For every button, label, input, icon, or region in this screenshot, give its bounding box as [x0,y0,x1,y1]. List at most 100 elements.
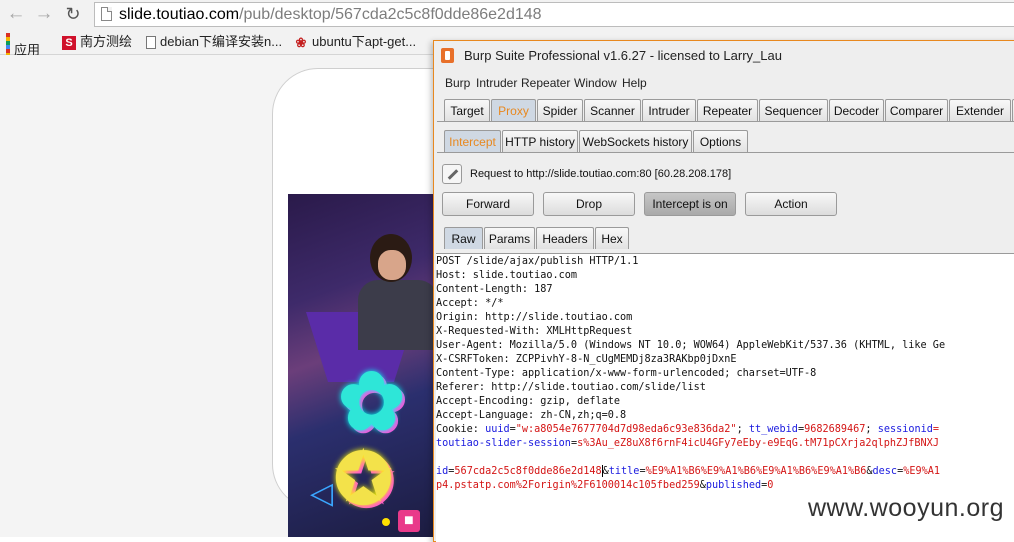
url-text: slide.toutiao.com/pub/desktop/567cda2c5c… [119,5,542,25]
bookmark-nanfang[interactable]: S 南方测绘 [62,33,132,51]
tab-headers[interactable]: Headers [536,227,594,249]
address-bar[interactable]: slide.toutiao.com/pub/desktop/567cda2c5c… [94,2,1014,27]
param-name: sessionid [877,424,933,435]
header-line: Accept-Encoding: gzip, deflate [436,396,621,407]
tab-spider[interactable]: Spider [537,99,583,121]
proxy-tab-bar: Intercept HTTP history WebSockets histor… [434,127,1014,155]
param-value: %E9%A1%B6%E9%A1%B6%E9%A1%B6%E9%A1%B6 [645,466,867,477]
back-arrow-icon[interactable]: ← [6,3,26,25]
cookie-line: Cookie: uuid = "w:a8054e7677704d7d98eda6c9… [436,424,940,435]
param-value: %E9%A1 [903,466,941,477]
header-line: Accept-Language: zh-CN,zh;q=0.8 [436,410,627,421]
header-line: X-Requested-With: XMLHttpRequest [436,326,633,337]
main-tab-bar: Target Proxy Spider Scanner Intruder Rep… [434,96,1014,124]
message-view-tab-bar: Raw Params Headers Hex [434,224,1014,252]
menu-intruder[interactable]: Intruder [476,76,517,90]
tab-raw[interactable]: Raw [444,227,483,249]
poster-dot [382,518,390,526]
tab-proxy[interactable]: Proxy [491,99,536,121]
forward-button[interactable]: Forward [442,192,534,216]
bookmark-label: ubuntu下apt-get... [312,34,417,49]
action-button[interactable]: Action [745,192,837,216]
tab-comparer[interactable]: Comparer [885,99,948,121]
tab-intruder[interactable]: Intruder [642,99,696,121]
header-line: Referer: http://slide.toutiao.com/slide/… [436,382,706,393]
burp-title-bar: Burp Suite Professional v1.6.27 - licens… [434,41,1014,71]
header-line: Accept: */* [436,298,504,309]
tab-websockets-history[interactable]: WebSockets history [579,130,692,152]
burp-title: Burp Suite Professional v1.6.27 - licens… [464,48,782,63]
tab-options[interactable]: Options [693,130,748,152]
drop-button[interactable]: Drop [543,192,635,216]
tab-target[interactable]: Target [444,99,490,121]
poster-person-face [378,250,406,280]
edit-pencil-icon[interactable] [442,164,462,184]
param-value: 9682689467 [804,424,866,435]
header-line: Content-Length: 187 [436,284,553,295]
tab-hex[interactable]: Hex [595,227,629,249]
param-name: uuid [485,424,510,435]
param-name: id [436,466,449,477]
cookie-label: Cookie: [436,424,486,435]
request-line: POST /slide/ajax/publish HTTP/1.1 [436,256,639,267]
reload-icon[interactable]: ↻ [63,3,83,25]
bookmark-ubuntu[interactable]: ❀ ubuntu下apt-get... [294,33,417,51]
url-host: slide.toutiao.com [119,6,240,23]
param-value: s%3Au_eZ8uX8f6rnF4icU4GFy7eEby-e9EqG.tM7… [577,438,939,449]
param-value: 0 [767,480,774,491]
tab-sequencer[interactable]: Sequencer [759,99,828,121]
tab-baseline [437,121,1014,122]
page-document-icon [101,7,112,21]
tab-http-history[interactable]: HTTP history [502,130,578,152]
menu-burp[interactable]: Burp [445,76,470,90]
burp-window: Burp Suite Professional v1.6.27 - licens… [433,40,1014,542]
url-path: /pub/desktop/567cda2c5c8f0dde86e2d148 [239,6,542,23]
browser-toolbar: ← → ↻ slide.toutiao.com/pub/desktop/567c… [0,0,1014,30]
body-line-continued: p4.pstatp.com%2Forigin%2F6100014c105fbed… [436,480,774,491]
poster-neon-glyph: ✿ [338,357,406,446]
header-line: X-CSRFToken: ZCPPivhY-8-N_cUgMEMDj8za3RA… [436,354,737,365]
param-name: toutiao-slider-session [436,438,571,449]
burp-logo-icon [441,48,454,63]
tab-scanner[interactable]: Scanner [584,99,641,121]
body-line: id=567cda2c5c8f0dde86e2d148&title=%E9%A1… [436,465,941,477]
tab-baseline [437,152,1014,153]
tab-params[interactable]: Params [484,227,535,249]
bookmark-apps[interactable]: 应用 [6,33,40,69]
watermark: www.wooyun.org [808,494,1004,522]
tab-extender[interactable]: Extender [949,99,1011,121]
request-info: Request to http://slide.toutiao.com:80 [… [470,168,732,180]
param-name: desc [872,466,898,477]
param-value: = [932,424,940,435]
tab-intercept[interactable]: Intercept [444,130,501,152]
cookie-line-continued: toutiao-slider-session=s%3Au_eZ8uX8f6rnF… [436,438,939,449]
header-line: Host: slide.toutiao.com [436,270,578,281]
tab-repeater[interactable]: Repeater [697,99,758,121]
param-value: "w:a8054e7677704d7d98eda6c93e836da2" [515,424,737,435]
menu-window[interactable]: Window [574,76,617,90]
menu-repeater[interactable]: Repeater [521,76,570,90]
intercept-toggle-button[interactable]: Intercept is on [644,192,736,216]
poster-neon-glyph: ✪ [334,440,393,518]
text-caret [601,465,603,477]
menu-help[interactable]: Help [622,76,647,90]
bookmark-label: 南方测绘 [80,34,133,49]
document-icon [146,36,156,50]
header-line: User-Agent: Mozilla/5.0 (Windows NT 10.0… [436,340,946,351]
s-logo-icon: S [62,35,76,50]
slide-poster-image: ✿ ✪ ◁ ■ [288,194,438,537]
param-value: p4.pstatp.com%2Forigin%2F6100014c105fbed… [436,480,700,491]
header-line: Content-Type: application/x-www-form-url… [436,368,817,379]
param-name: title [608,466,640,477]
poster-person-body [358,280,438,350]
header-line: Origin: http://slide.toutiao.com [436,312,633,323]
param-name: tt_webid [748,424,798,435]
poster-tag: ■ [398,510,420,532]
slide-prev-arrow-icon[interactable]: ◁ [310,476,333,511]
param-value: 567cda2c5c8f0dde86e2d148 [454,466,602,477]
param-name: published [705,480,762,491]
tab-decoder[interactable]: Decoder [829,99,884,121]
bookmark-debian[interactable]: debian下编译安装n... [146,33,282,51]
forward-arrow-icon[interactable]: → [34,3,54,25]
baidu-paw-icon: ❀ [295,34,307,50]
